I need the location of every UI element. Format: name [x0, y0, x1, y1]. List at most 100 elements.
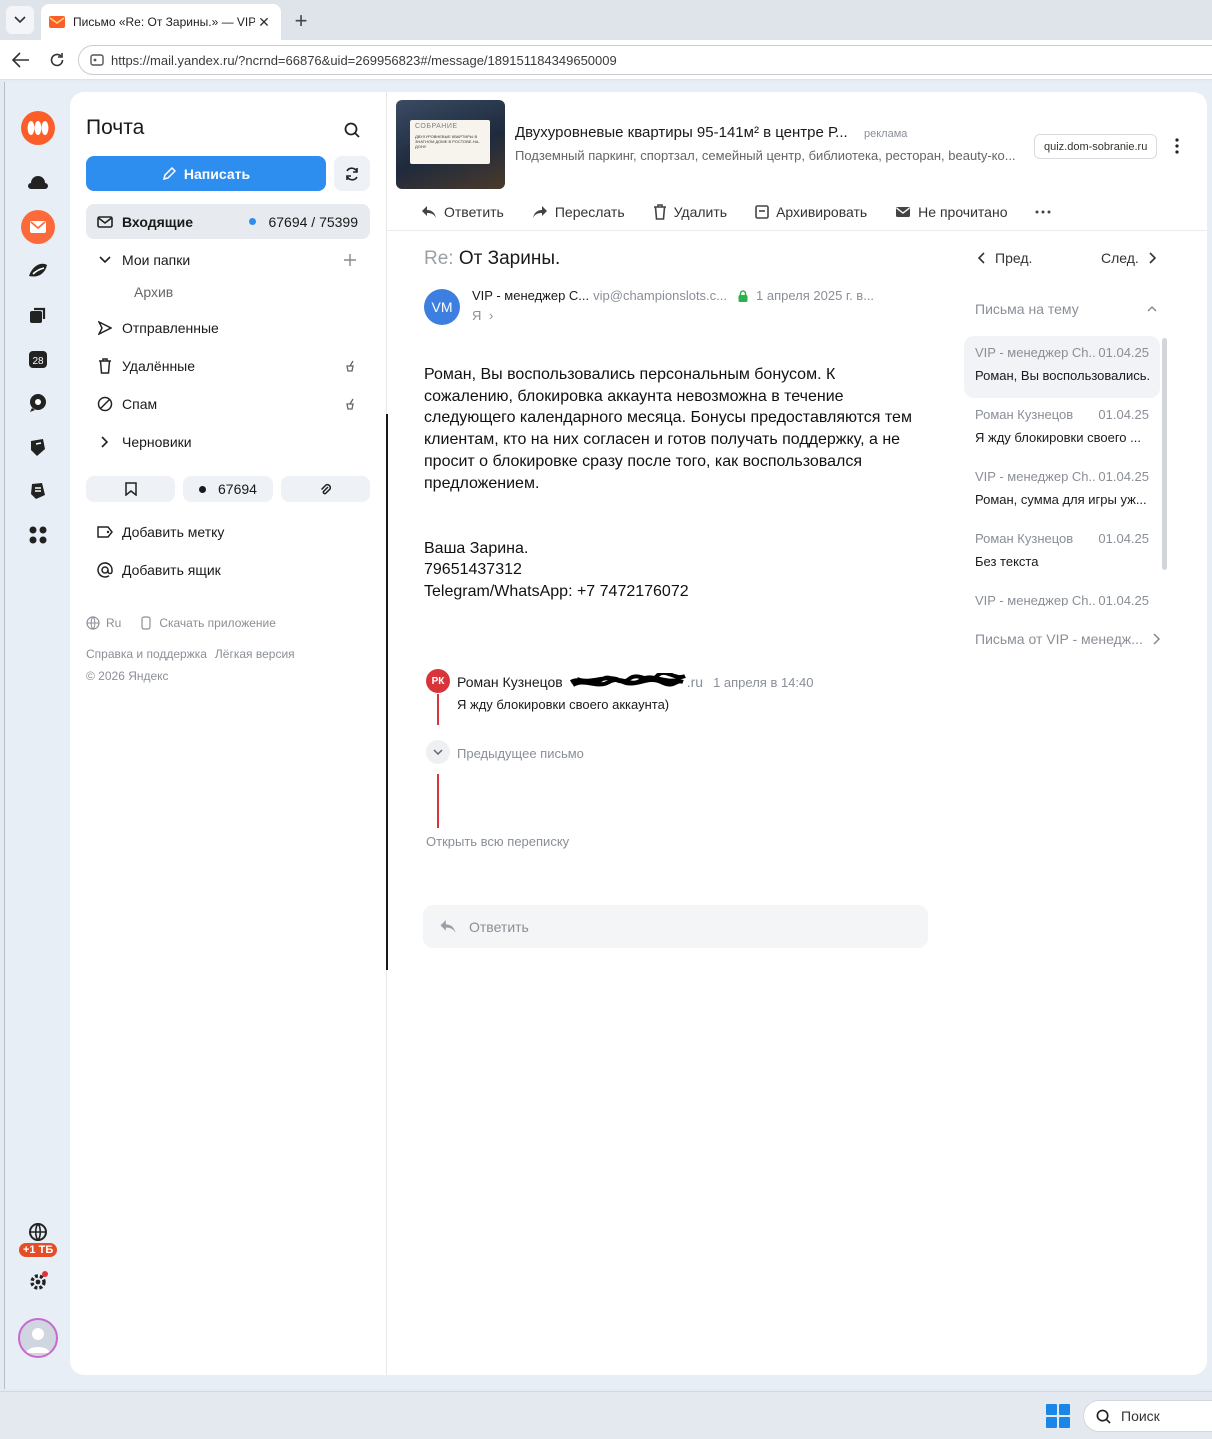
- chevron-down-icon[interactable]: [96, 251, 114, 269]
- messenger-icon[interactable]: [21, 254, 55, 288]
- bookmark-filter-chip[interactable]: [86, 476, 176, 502]
- footer-links-row1: Ru Скачать приложение: [86, 616, 276, 630]
- lite-version-link[interactable]: Лёгкая версия: [215, 647, 295, 661]
- reload-button[interactable]: [44, 48, 70, 72]
- previous-message-label[interactable]: Предыдущее письмо: [457, 746, 584, 761]
- back-button[interactable]: [8, 48, 34, 72]
- thread-item[interactable]: Роман Кузнецов 01.04.25 Без текста: [964, 522, 1160, 584]
- folder-spam-label: Спам: [122, 395, 158, 412]
- refresh-icon: [346, 166, 358, 181]
- thread-item[interactable]: Роман Кузнецов 01.04.25 Я жду блокировки …: [964, 398, 1160, 460]
- reply-icon: [440, 920, 456, 933]
- yandex-360-logo-icon[interactable]: [21, 111, 55, 145]
- clear-broom-icon[interactable]: [342, 396, 358, 412]
- folder-deleted[interactable]: Удалённые: [86, 348, 370, 383]
- storage-badge[interactable]: +1 ТБ: [19, 1243, 58, 1257]
- sender-email[interactable]: vip@championslots.c...: [593, 288, 727, 303]
- disk-icon[interactable]: [21, 298, 55, 332]
- next-message-button[interactable]: След.: [1101, 250, 1157, 266]
- ad-domain-button[interactable]: quiz.dom-sobranie.ru: [1034, 134, 1158, 159]
- ad-image[interactable]: СОБРАНИЕ ДВУХУРОВНЕВЫЕ КВАРТИРЫ В ЗНАТНО…: [396, 100, 505, 189]
- recipient[interactable]: Я ›: [472, 308, 493, 323]
- reply-button[interactable]: Ответить: [421, 204, 504, 220]
- site-info-icon[interactable]: [87, 50, 107, 70]
- search-button[interactable]: [338, 116, 366, 144]
- sender-name[interactable]: VIP - менеджер С...: [472, 288, 589, 303]
- notes-icon[interactable]: [21, 430, 55, 464]
- documents-icon[interactable]: [21, 474, 55, 508]
- browser-tab-active[interactable]: Письмо «Re: От Зарины.» — VIP ✕: [41, 4, 281, 40]
- quick-reply-box[interactable]: Ответить: [423, 905, 928, 948]
- folder-archive[interactable]: Архив: [134, 284, 173, 300]
- thread-item-from: Роман Кузнецов: [975, 407, 1074, 422]
- chevron-up-icon[interactable]: [1145, 302, 1159, 316]
- attachment-filter-chip[interactable]: [280, 476, 370, 502]
- folder-my-folders[interactable]: Мои папки: [86, 242, 370, 277]
- unread-count: 67694: [218, 481, 257, 497]
- taskbar-search[interactable]: Поиск: [1083, 1400, 1212, 1432]
- folder-inbox[interactable]: Входящие 67694 / 75399: [86, 204, 370, 239]
- all-services-icon[interactable]: [21, 518, 55, 552]
- cloud-icon[interactable]: [21, 166, 55, 200]
- thread-header[interactable]: Письма на тему: [975, 301, 1079, 317]
- clear-broom-icon[interactable]: [342, 358, 358, 374]
- open-full-thread-link[interactable]: Открыть всю переписку: [426, 834, 569, 849]
- add-folder-icon[interactable]: [342, 252, 358, 268]
- ad-title[interactable]: Двухуровневые квартиры 95-141м² в центре…: [515, 124, 848, 141]
- messages-from-sender-link[interactable]: Письма от VIP - менедж...: [975, 631, 1161, 647]
- thread-item-preview: Роман, сумма для игры уж...: [975, 492, 1147, 507]
- mail-service-icon[interactable]: [21, 210, 55, 244]
- calendar-icon[interactable]: 28: [21, 342, 55, 376]
- thread-item-date: 01.04.25: [1098, 469, 1149, 484]
- mail-title: Почта: [86, 116, 145, 139]
- arrow-left-icon: [12, 52, 29, 68]
- reload-icon: [50, 53, 64, 67]
- thread-item[interactable]: VIP - менеджер Ch... 01.04.25 Роман, Вы в…: [964, 336, 1160, 398]
- quoted-sender-avatar[interactable]: РК: [426, 669, 450, 693]
- mail-app-window: 28 +1 ТБ Почта Написать Входящие 67694 /…: [4, 82, 1212, 1389]
- add-mailbox-link[interactable]: Добавить ящик: [96, 561, 221, 579]
- expand-previous-button[interactable]: [426, 740, 450, 764]
- archive-button[interactable]: Архивировать: [755, 204, 867, 220]
- forward-label: Переслать: [554, 204, 625, 220]
- language-link[interactable]: Ru: [106, 616, 121, 630]
- windows-start-icon[interactable]: [1046, 1404, 1070, 1428]
- delete-button[interactable]: Удалить: [653, 204, 727, 220]
- unread-filter-chip[interactable]: 67694: [183, 476, 273, 502]
- mark-unread-button[interactable]: Не прочитано: [895, 204, 1007, 220]
- thread-item-preview: Роман, Вы воспользовались...: [975, 368, 1149, 383]
- folder-spam[interactable]: Спам: [86, 386, 370, 421]
- thread-item-preview: Я жду блокировки своего ...: [975, 430, 1141, 445]
- add-label-link[interactable]: Добавить метку: [96, 523, 224, 541]
- globe-storage-icon[interactable]: [21, 1220, 55, 1244]
- forward-button[interactable]: Переслать: [532, 204, 625, 220]
- close-tab-icon[interactable]: ✕: [255, 13, 273, 31]
- redacted-email-scribble: [569, 670, 687, 691]
- telemost-icon[interactable]: [21, 386, 55, 420]
- signature-messengers: Telegram/WhatsApp: +7 7472176072: [424, 583, 689, 600]
- ad-description[interactable]: Подземный паркинг, спортзал, семейный це…: [515, 148, 1016, 163]
- thread-item[interactable]: VIP - менеджер Ch... 01.04.25 Роман, сумм…: [964, 460, 1160, 522]
- refresh-button[interactable]: [334, 156, 370, 191]
- folder-sent[interactable]: Отправленные: [86, 310, 370, 345]
- ad-more-icon[interactable]: [1169, 134, 1185, 158]
- forward-icon: [532, 206, 547, 218]
- quoted-sender-name[interactable]: Роман Кузнецов: [457, 674, 563, 690]
- compose-button[interactable]: Написать: [86, 156, 326, 191]
- user-avatar[interactable]: [18, 1318, 58, 1358]
- os-taskbar: [0, 1391, 1212, 1439]
- prev-message-button[interactable]: Пред.: [977, 250, 1032, 266]
- download-app-link[interactable]: Скачать приложение: [159, 616, 276, 630]
- more-actions-button[interactable]: [1035, 210, 1058, 214]
- folder-drafts[interactable]: Черновики: [86, 424, 370, 459]
- quoted-date: 1 апреля в 14:40: [713, 674, 814, 690]
- help-link[interactable]: Справка и поддержка: [86, 647, 207, 661]
- chevron-right-icon[interactable]: [96, 433, 114, 451]
- thread-item[interactable]: VIP - менеджер Ch... 01.04.25: [964, 584, 1160, 606]
- thread-scrollbar[interactable]: [1162, 338, 1167, 570]
- settings-gear-icon[interactable]: [21, 1264, 55, 1298]
- new-tab-button[interactable]: +: [288, 8, 314, 34]
- sender-avatar[interactable]: VM: [424, 289, 460, 325]
- tab-list-button[interactable]: [6, 6, 34, 34]
- address-bar[interactable]: https://mail.yandex.ru/?ncrnd=66876&uid=…: [78, 45, 1212, 75]
